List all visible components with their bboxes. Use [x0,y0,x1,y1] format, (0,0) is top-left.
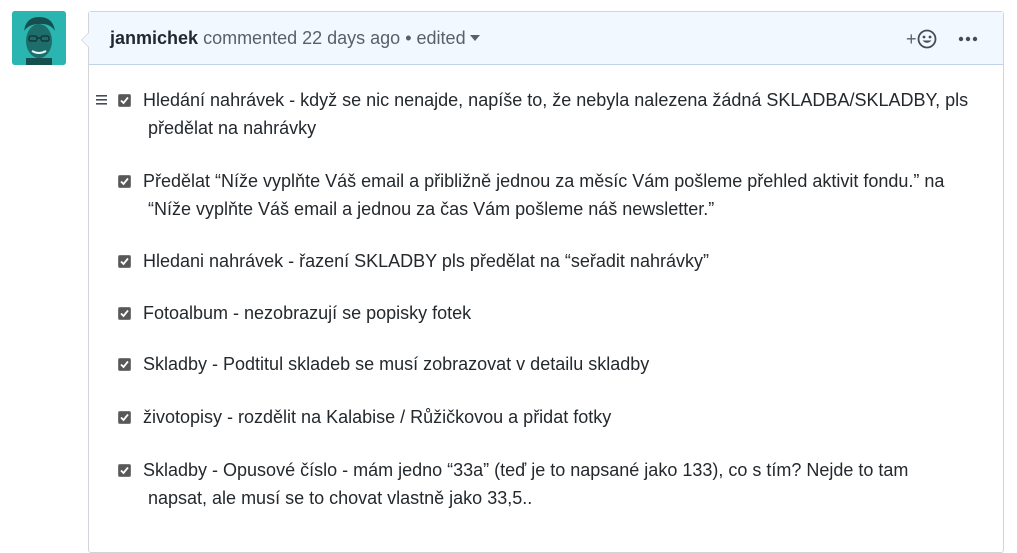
task-checkbox[interactable] [118,358,131,371]
task-checkbox[interactable] [118,175,131,188]
comment-meta: janmichek commented 22 days ago • edited [110,28,480,49]
check-icon [120,360,129,369]
task-text-line1: Předělat “Níže vyplňte Váš email a přibl… [143,171,945,191]
plus-label: + [906,28,917,49]
task-text-line1: Skladby - Podtitul skladeb se musí zobra… [143,354,650,374]
task-text-line2: napsat, ale musí se to chovat vlastně ja… [148,488,533,508]
edited-dropdown[interactable]: edited [417,28,480,48]
task-text-line2: předělat na nahrávky [148,118,317,138]
author-link[interactable]: janmichek [110,28,198,48]
grabber-icon[interactable] [96,94,108,106]
task-checkbox[interactable] [118,255,131,268]
task-text-line1: Fotoalbum - nezobrazují se popisky fotek [143,303,472,323]
task-text: Hledani nahrávek - řazení SKLADBY pls př… [143,247,709,275]
task-text-line1: životopisy - rozdělit na Kalabise / Růži… [143,407,612,427]
add-reaction-button[interactable]: + [906,27,937,51]
task-checkbox[interactable] [118,464,131,477]
edited-label[interactable]: edited [417,28,466,48]
comment-header: janmichek commented 22 days ago • edited… [89,12,1003,65]
task-text-line2: “Níže vyplňte Váš email a jednou za čas … [148,199,715,219]
task-text: Skladby - Opusové číslo - mám jedno “33a… [143,456,908,512]
check-icon [120,96,129,105]
kebab-horizontal-icon [958,36,978,42]
task-text: Skladby - Podtitul skladeb se musí zobra… [143,350,649,378]
task-text: Předělat “Níže vyplňte Váš email a přibl… [143,167,944,223]
more-options-button[interactable] [955,27,981,51]
task-checkbox[interactable] [118,94,131,107]
task-text-line1: Hledani nahrávek - řazení SKLADBY pls př… [143,251,709,271]
check-icon [120,309,129,318]
task-text-line1: Hledání nahrávek - když se nic nenajde, … [143,90,969,110]
check-icon [120,413,129,422]
task-text-line1: Skladby - Opusové číslo - mám jedno “33a… [143,460,909,480]
task-checkbox[interactable] [118,307,131,320]
check-icon [120,257,129,266]
check-icon [120,466,129,475]
task-text: životopisy - rozdělit na Kalabise / Růži… [143,403,611,431]
task-checkbox[interactable] [118,411,131,424]
check-icon [120,177,129,186]
task-text: Fotoalbum - nezobrazují se popisky fotek [143,299,471,327]
triangle-down-icon [469,34,480,41]
separator: • [405,28,412,48]
task-text: Hledání nahrávek - když se nic nenajde, … [143,86,968,142]
smiley-icon [917,29,936,49]
avatar[interactable] [12,11,66,65]
comment-action[interactable]: commented 22 days ago [203,28,400,48]
